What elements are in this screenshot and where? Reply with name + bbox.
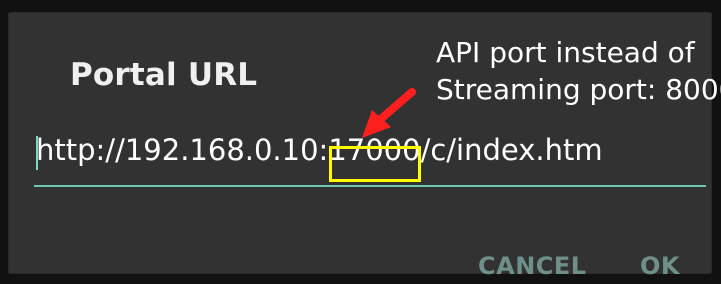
dialog-actions: CANCEL OK	[478, 254, 698, 284]
red-arrow-icon	[362, 88, 416, 138]
portal-url-dialog: Portal URL API port instead of Streaming…	[8, 12, 721, 278]
port-highlight-box	[329, 146, 421, 182]
annotation-text: API port instead of Streaming port: 8000	[436, 34, 721, 108]
annotation-line-1: API port instead of	[436, 36, 695, 69]
dialog-title: Portal URL	[70, 57, 258, 93]
cancel-button[interactable]: CANCEL	[478, 254, 587, 278]
screenshot-frame: Portal URL API port instead of Streaming…	[0, 0, 721, 278]
annotation-line-2: Streaming port: 8000	[436, 73, 721, 106]
input-underline	[34, 185, 706, 187]
portal-url-value[interactable]: http://192.168.0.10:17000/c/index.htm	[36, 134, 603, 167]
ok-button[interactable]: OK	[640, 254, 680, 278]
